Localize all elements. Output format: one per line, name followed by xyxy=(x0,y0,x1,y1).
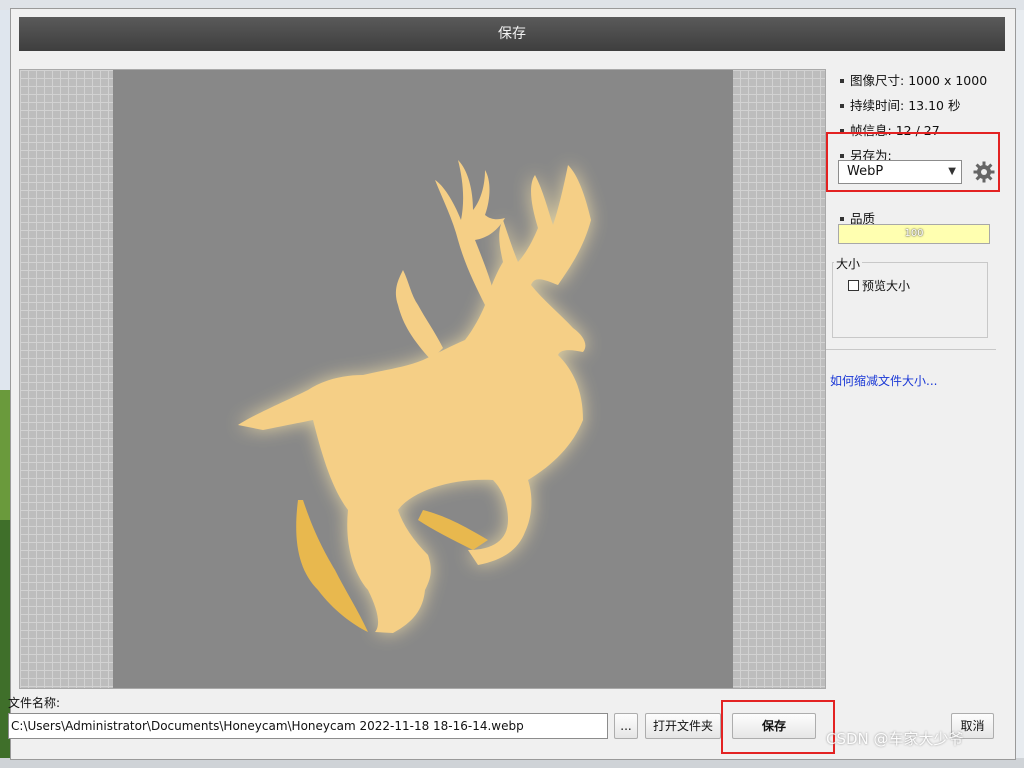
gear-icon[interactable] xyxy=(972,160,996,184)
bullet-icon xyxy=(840,153,844,158)
reduce-size-help-link[interactable]: 如何缩减文件大小... xyxy=(830,372,937,389)
duration-value: 13.10 秒 xyxy=(908,98,961,113)
bullet-icon xyxy=(840,78,844,83)
preview-canvas xyxy=(113,70,733,688)
panel-divider xyxy=(826,349,996,350)
dropdown-arrow-icon: ▼ xyxy=(948,166,956,177)
preview-size-checkbox[interactable] xyxy=(848,280,859,291)
duration-label: 持续时间: xyxy=(850,98,905,113)
size-group-label: 大小 xyxy=(834,255,863,272)
deer-image xyxy=(238,160,591,633)
browse-button[interactable]: ... xyxy=(614,713,638,739)
image-size-label: 图像尺寸: xyxy=(850,73,905,88)
open-folder-button[interactable]: 打开文件夹 xyxy=(645,713,721,739)
info-duration: 持续时间: 13.10 秒 xyxy=(838,97,960,115)
bullet-icon xyxy=(840,216,844,221)
bullet-icon xyxy=(840,103,844,108)
filename-label: 文件名称: xyxy=(8,696,61,710)
image-preview xyxy=(19,69,826,689)
image-size-value: 1000 x 1000 xyxy=(908,73,988,88)
save-button[interactable]: 保存 xyxy=(732,713,816,739)
format-selected-value: WebP xyxy=(847,164,884,179)
quality-value: 100 xyxy=(904,228,924,239)
quality-slider[interactable]: 100 xyxy=(838,224,990,244)
filename-input[interactable]: C:\Users\Administrator\Documents\Honeyca… xyxy=(8,713,608,739)
info-image-size: 图像尺寸: 1000 x 1000 xyxy=(838,72,987,90)
preview-size-label[interactable]: 预览大小 xyxy=(862,277,910,294)
size-group-box xyxy=(832,262,988,338)
format-select[interactable]: WebP ▼ xyxy=(838,160,962,184)
csdn-watermark: CSDN @车家大少爷 xyxy=(826,730,964,748)
dialog-title: 保存 xyxy=(19,17,1005,51)
